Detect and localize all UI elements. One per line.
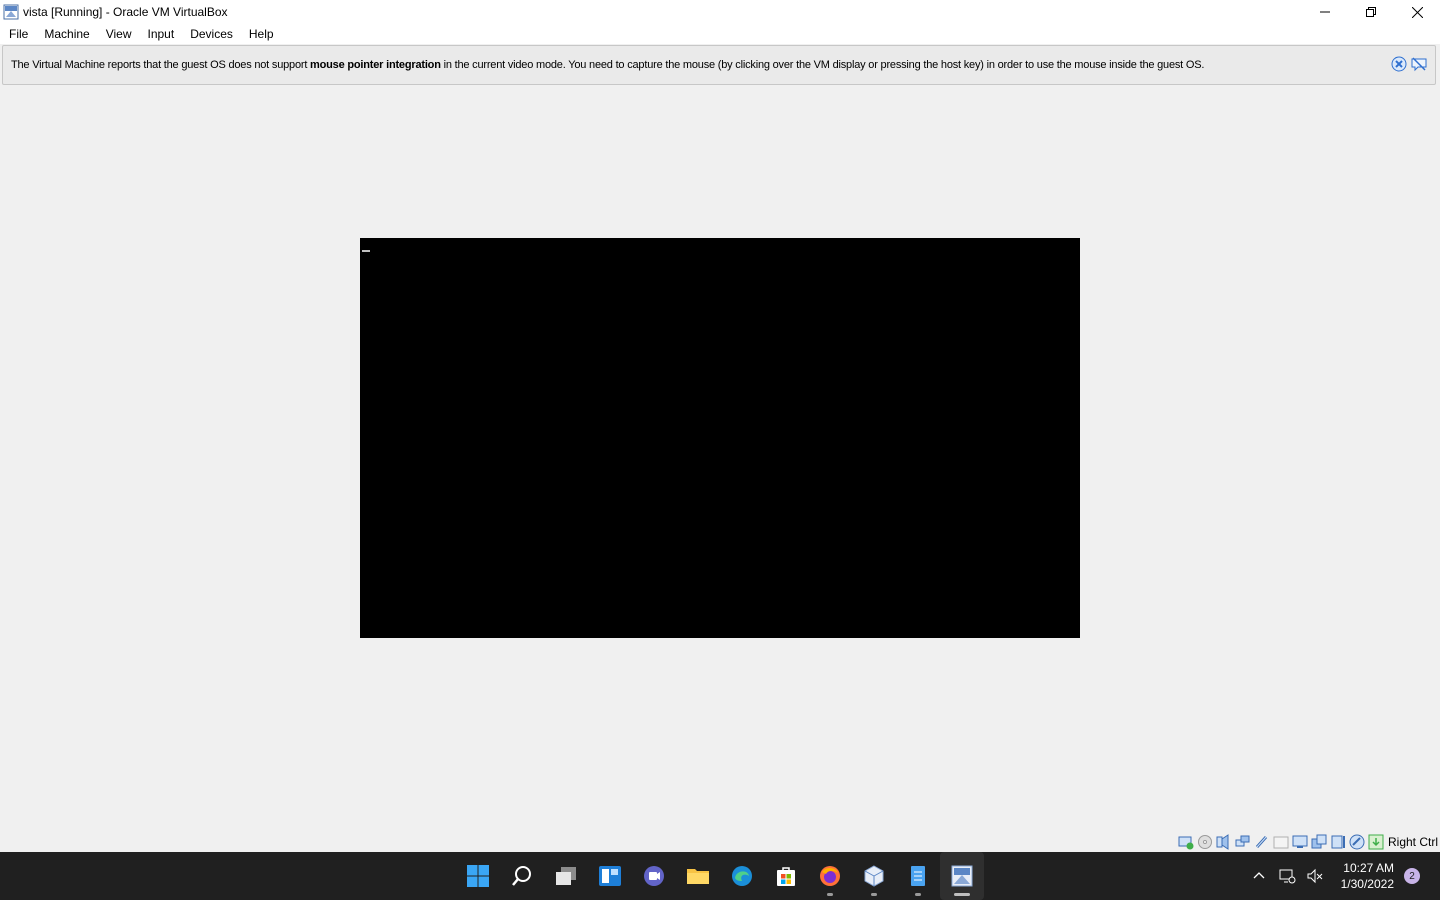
menu-bar: File Machine View Input Devices Help bbox=[0, 24, 1440, 44]
menu-devices[interactable]: Devices bbox=[182, 24, 241, 44]
mouse-integration-icon[interactable] bbox=[1349, 834, 1365, 850]
notice-text-end: in the current video mode. You need to c… bbox=[440, 59, 1205, 71]
vm-window-icon bbox=[951, 865, 973, 887]
close-circle-icon bbox=[1391, 56, 1407, 72]
file-explorer-icon bbox=[687, 869, 709, 884]
virtualbox-button[interactable] bbox=[852, 852, 896, 900]
hard-disk-icon[interactable] bbox=[1178, 834, 1194, 850]
minimize-button[interactable] bbox=[1302, 0, 1348, 24]
chat-button[interactable] bbox=[632, 852, 676, 900]
cpu-icon[interactable] bbox=[1330, 834, 1346, 850]
clock[interactable]: 10:27 AM 1/30/2022 bbox=[1341, 860, 1394, 892]
firefox-icon bbox=[820, 866, 840, 886]
notice-text-bold: mouse pointer integration bbox=[310, 59, 441, 71]
host-key-label[interactable]: Right Ctrl bbox=[1388, 835, 1438, 849]
close-button[interactable] bbox=[1394, 0, 1440, 24]
widgets-button[interactable] bbox=[588, 852, 632, 900]
display-icon[interactable] bbox=[1292, 834, 1308, 850]
mouse-integration-notice: The Virtual Machine reports that the gue… bbox=[2, 45, 1436, 85]
text-cursor bbox=[362, 250, 370, 252]
video-capture-icon[interactable] bbox=[1311, 834, 1327, 850]
chat-icon bbox=[644, 866, 664, 886]
show-hidden-icons-button[interactable] bbox=[1247, 864, 1271, 888]
menu-file[interactable]: File bbox=[1, 24, 36, 44]
clock-date: 1/30/2022 bbox=[1340, 877, 1394, 891]
usb-icon[interactable] bbox=[1254, 834, 1270, 850]
network-status-icon bbox=[1279, 869, 1296, 884]
task-view-icon bbox=[556, 867, 576, 885]
notepad-button[interactable] bbox=[896, 852, 940, 900]
widgets-icon bbox=[599, 866, 621, 886]
vm-window-button[interactable] bbox=[940, 852, 984, 900]
menu-help[interactable]: Help bbox=[241, 24, 282, 44]
notification-badge[interactable]: 2 bbox=[1404, 868, 1420, 884]
file-explorer-button[interactable] bbox=[676, 852, 720, 900]
notepad-icon bbox=[911, 866, 925, 886]
close-icon bbox=[1411, 6, 1423, 18]
running-indicator bbox=[827, 893, 833, 896]
window-controls bbox=[1302, 0, 1440, 24]
title-bar[interactable]: vista [Running] - Oracle VM VirtualBox bbox=[0, 0, 1440, 24]
volume-button[interactable] bbox=[1303, 864, 1327, 888]
start-icon bbox=[467, 865, 489, 887]
menu-view[interactable]: View bbox=[98, 24, 140, 44]
menu-input[interactable]: Input bbox=[140, 24, 183, 44]
edge-icon bbox=[732, 866, 752, 886]
notice-text-start: The Virtual Machine reports that the gue… bbox=[11, 59, 311, 71]
vm-display[interactable] bbox=[360, 238, 1080, 638]
taskbar: 10:27 AM 1/30/2022 2 bbox=[0, 852, 1440, 900]
network-status-button[interactable] bbox=[1275, 864, 1299, 888]
network-icon[interactable] bbox=[1235, 834, 1251, 850]
shared-folders-icon[interactable] bbox=[1273, 834, 1289, 850]
clock-time: 10:27 AM bbox=[1343, 861, 1394, 875]
search-icon bbox=[512, 866, 531, 886]
edge-button[interactable] bbox=[720, 852, 764, 900]
store-icon bbox=[777, 867, 795, 886]
window-title: vista [Running] - Oracle VM VirtualBox bbox=[23, 5, 228, 19]
no-more-notices-icon bbox=[1411, 57, 1427, 72]
start-button[interactable] bbox=[456, 852, 500, 900]
vm-status-bar: Right Ctrl bbox=[1178, 833, 1438, 851]
volume-muted-icon bbox=[1307, 868, 1322, 884]
store-button[interactable] bbox=[764, 852, 808, 900]
running-indicator bbox=[915, 893, 921, 896]
close-notice-button[interactable] bbox=[1391, 56, 1407, 72]
menu-machine[interactable]: Machine bbox=[36, 24, 97, 44]
active-indicator bbox=[954, 893, 970, 896]
virtualbox-icon bbox=[864, 865, 884, 887]
virtualbox-vm-icon bbox=[3, 4, 19, 20]
notice-text: The Virtual Machine reports that the gue… bbox=[11, 59, 1204, 71]
restore-icon bbox=[1366, 7, 1376, 17]
mute-notices-button[interactable] bbox=[1411, 56, 1427, 72]
chevron-up-icon bbox=[1253, 872, 1265, 879]
firefox-button[interactable] bbox=[808, 852, 852, 900]
minimize-icon bbox=[1320, 11, 1330, 13]
optical-drive-icon[interactable] bbox=[1197, 834, 1213, 850]
system-tray: 10:27 AM 1/30/2022 2 bbox=[1247, 852, 1440, 900]
running-indicator bbox=[871, 893, 877, 896]
keyboard-capture-icon[interactable] bbox=[1368, 834, 1384, 850]
restore-button[interactable] bbox=[1348, 0, 1394, 24]
search-button[interactable] bbox=[500, 852, 544, 900]
audio-icon[interactable] bbox=[1216, 834, 1232, 850]
task-view-button[interactable] bbox=[544, 852, 588, 900]
